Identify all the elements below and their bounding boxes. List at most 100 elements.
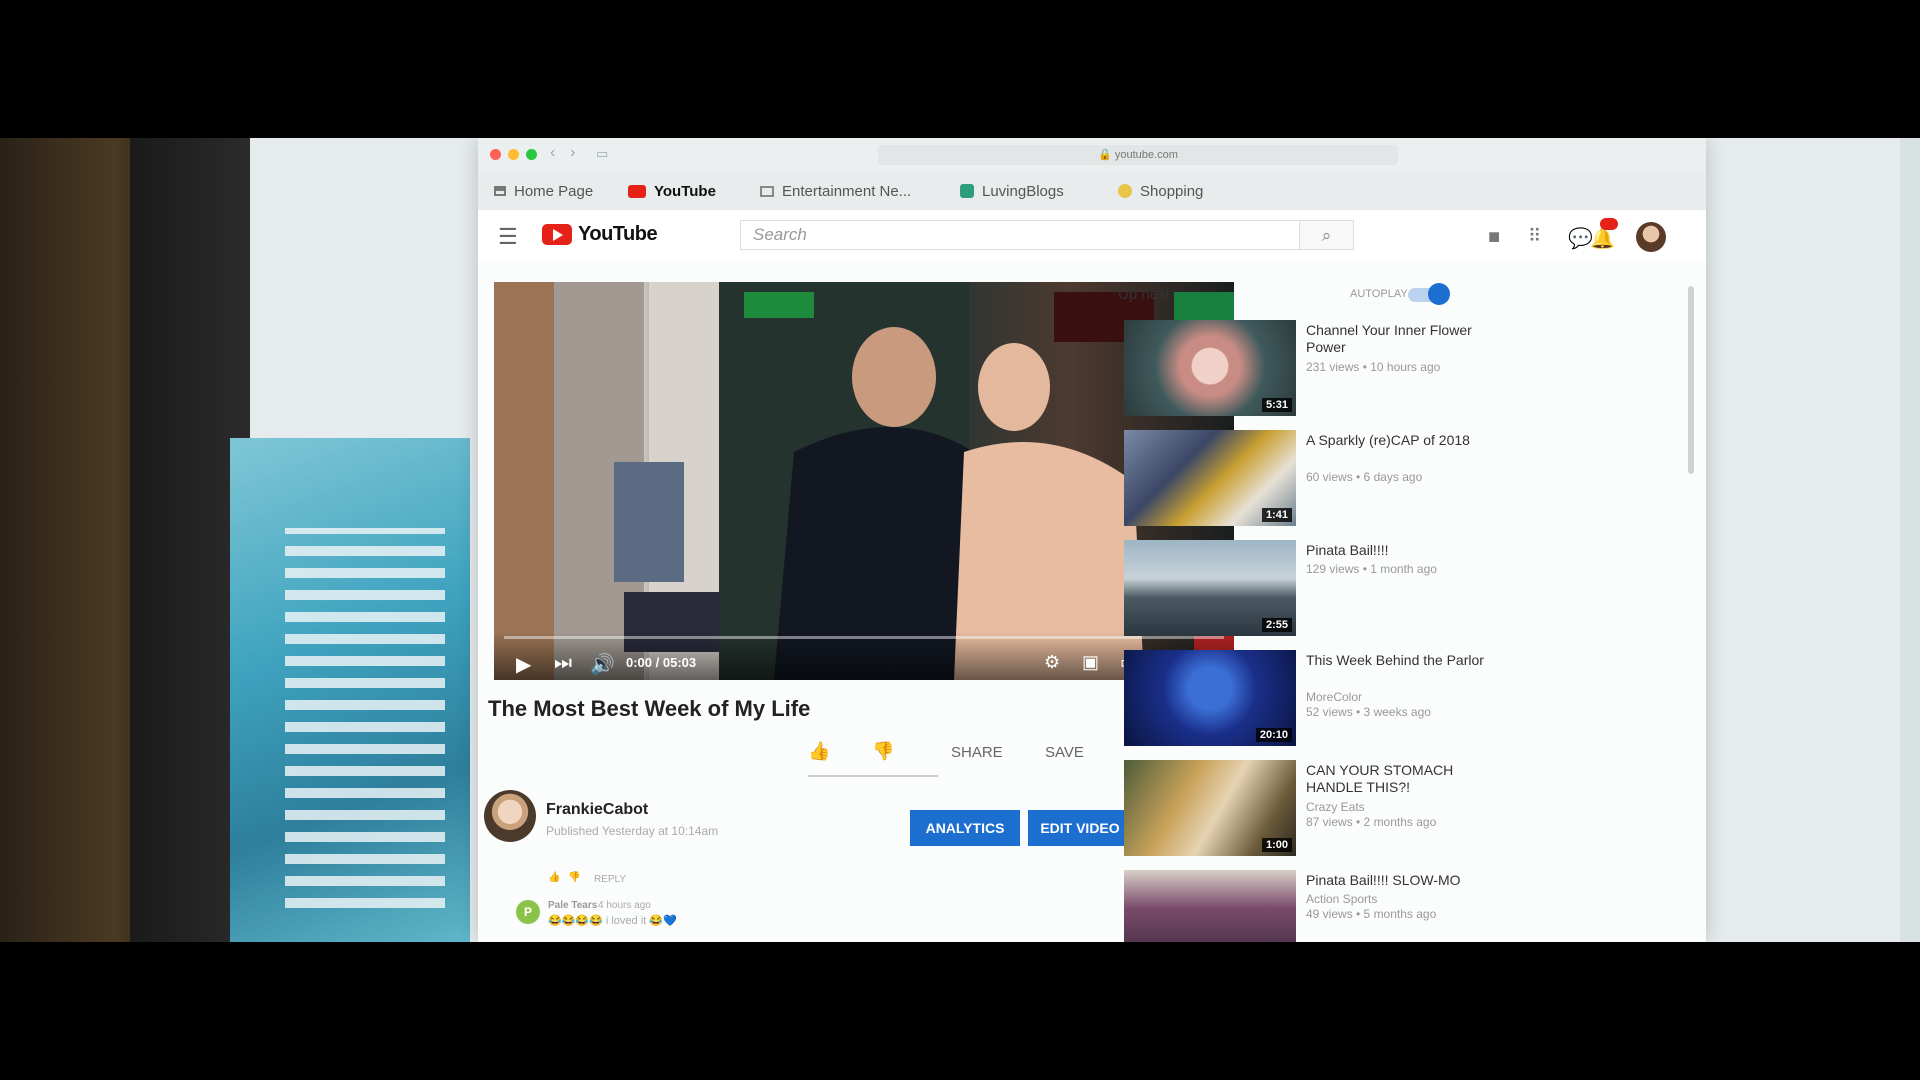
recommended-title[interactable]: Pinata Bail!!!! [1306,542,1486,559]
back-arrow-icon[interactable]: ‹ [550,144,555,162]
recommended-title[interactable]: Channel Your Inner Flower Power [1306,322,1486,356]
browser-window: ‹ › ▭ 🔒 youtube.com Home Page YouTube En… [478,138,1706,942]
blog-icon [960,184,974,198]
next-icon[interactable]: ⏭ [554,652,572,675]
letterbox-top [0,0,1920,138]
bookmark-entertainment-news[interactable]: Entertainment Ne... [760,172,911,210]
youtube-logo[interactable]: YouTube [542,223,658,246]
recommended-video[interactable]: Pinata Bail!!!! SLOW-MO Action Sports 49… [1124,870,1644,942]
miniplayer-icon[interactable]: ▣ [1082,652,1099,673]
up-next-heading: Up next [1118,286,1170,303]
commenter-avatar[interactable]: P [516,900,540,924]
recommended-channel[interactable]: Crazy Eats [1306,800,1365,815]
comment-like-icon[interactable]: 👍 [548,872,560,883]
video-player[interactable]: ▶ ⏭ 🔊 0:00 / 05:03 ⚙ ▣ ▭ ⊡ ⛶ [494,282,1234,680]
video-thumbnail[interactable]: 5:31 [1124,320,1296,416]
youtube-icon [628,184,646,198]
save-button[interactable]: SAVE [1045,744,1084,761]
bookmark-label: Entertainment Ne... [782,182,912,200]
address-url: youtube.com [1114,149,1178,161]
recommended-video[interactable]: 5:31 Channel Your Inner Flower Power 231… [1124,320,1644,416]
bookmark-luvingblogs[interactable]: LuvingBlogs [960,172,1064,210]
recommended-views: 231 views • 10 hours ago [1306,360,1441,374]
search-icon[interactable]: ⌕ [1300,220,1354,250]
play-icon[interactable]: ▶ [516,652,531,677]
recommended-channel[interactable]: Action Sports [1306,892,1377,907]
comment-author[interactable]: Pale Tears [548,900,597,911]
minimize-window-icon[interactable] [508,149,519,160]
photo-scene: ‹ › ▭ 🔒 youtube.com Home Page YouTube En… [0,138,1920,942]
video-duration: 20:10 [1255,728,1292,742]
notification-badge [1600,218,1618,230]
channel-name[interactable]: FrankieCabot [546,801,648,819]
recommended-title[interactable]: This Week Behind the Parlor [1306,652,1486,669]
like-thumb-icon[interactable]: 👍 [808,741,830,762]
apps-grid-icon[interactable]: ⠿ [1528,226,1541,247]
recommended-channel[interactable]: MoreColor [1306,690,1362,705]
letterbox-bottom [0,942,1920,1080]
address-bar[interactable]: 🔒 youtube.com [878,145,1398,165]
wall-vent [285,528,445,908]
recommended-views: 52 views • 3 weeks ago [1306,705,1431,719]
recommended-video[interactable]: 2:55 Pinata Bail!!!! 129 views • 1 month… [1124,540,1644,636]
bookmark-label: LuvingBlogs [982,182,1064,200]
forward-arrow-icon[interactable]: › [570,144,575,162]
video-duration: 1:00 [1261,838,1292,852]
logo-text: YouTube [578,223,658,245]
sidebar-toggle-icon[interactable]: ▭ [596,146,608,162]
sidebar-scrollbar[interactable] [1688,286,1694,474]
comment-time: 4 hours ago [598,900,651,911]
maximize-window-icon[interactable] [526,149,537,160]
video-frame [494,282,1234,680]
recommended-video[interactable]: 1:00 CAN YOUR STOMACH HANDLE THIS?! Craz… [1124,760,1644,856]
channel-avatar[interactable] [484,790,536,842]
recommended-views: 129 views • 1 month ago [1306,562,1437,576]
published-date: Published Yesterday at 10:14am [546,824,719,838]
bookmark-youtube[interactable]: YouTube [628,172,716,210]
recommended-title[interactable]: A Sparkly (re)CAP of 2018 [1306,432,1486,449]
video-thumbnail[interactable] [1124,870,1296,942]
recommended-video[interactable]: 20:10 This Week Behind the Parlor MoreCo… [1124,650,1644,746]
bookmark-shopping[interactable]: Shopping [1118,172,1203,210]
bookmark-label: Shopping [1140,182,1204,200]
recommended-views: 60 views • 6 days ago [1306,470,1423,484]
video-title: The Most Best Week of My Life [488,696,811,721]
autoplay-label: AUTOPLAY [1350,288,1408,300]
analytics-button[interactable]: ANALYTICS [910,810,1020,846]
edit-video-button[interactable]: EDIT VIDEO [1028,810,1132,846]
video-thumbnail[interactable]: 1:00 [1124,760,1296,856]
settings-gear-icon[interactable]: ⚙ [1044,652,1060,673]
volume-icon[interactable]: 🔊 [590,652,615,677]
search-input[interactable]: Search [740,220,1300,250]
video-thumbnail[interactable]: 2:55 [1124,540,1296,636]
recommended-title[interactable]: Pinata Bail!!!! SLOW-MO [1306,872,1486,889]
reply-button[interactable]: REPLY [594,874,626,885]
comment-text: 😂😂😂😂 i loved it 😂💙 [548,915,677,927]
browser-titlebar: ‹ › ▭ 🔒 youtube.com [478,138,1706,173]
comment-dislike-icon[interactable]: 👎 [568,872,580,883]
recommended-video[interactable]: 1:41 A Sparkly (re)CAP of 2018 60 views … [1124,430,1644,526]
upload-video-icon[interactable]: ■ [1488,226,1500,249]
home-icon [494,186,506,196]
video-duration: 5:31 [1261,398,1292,412]
youtube-play-logo-icon [542,224,572,245]
menu-icon[interactable]: ☰ [498,224,518,250]
video-thumbnail[interactable]: 20:10 [1124,650,1296,746]
progress-bar[interactable] [504,636,1224,639]
recommended-title[interactable]: CAN YOUR STOMACH HANDLE THIS?! [1306,762,1486,796]
recommended-views: 49 views • 5 months ago [1306,907,1437,921]
account-avatar[interactable] [1636,222,1666,252]
bookmark-home-page[interactable]: Home Page [494,172,593,210]
sentiment-bar [808,775,938,777]
share-button[interactable]: SHARE [951,744,1003,761]
video-duration: 1:41 [1261,508,1292,522]
folder-icon [760,185,774,197]
lock-icon: 🔒 [1098,149,1112,161]
recommended-views: 87 views • 2 months ago [1306,815,1437,829]
video-thumbnail[interactable]: 1:41 [1124,430,1296,526]
autoplay-toggle-knob[interactable] [1428,283,1450,305]
bookmark-label: Home Page [514,182,594,200]
close-window-icon[interactable] [490,149,501,160]
dislike-thumb-icon[interactable]: 👎 [872,741,894,762]
bookmark-label: YouTube [654,182,716,200]
